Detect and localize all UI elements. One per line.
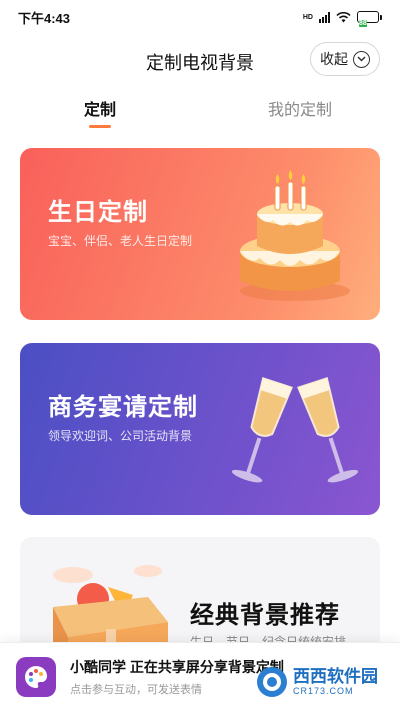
signal-icon [319, 11, 330, 23]
birthday-card-title: 生日定制 [48, 199, 148, 226]
status-bar: 下午4:43 HD 88 [0, 0, 400, 34]
classic-card-title: 经典背景推荐 [190, 602, 340, 629]
watermark: 西西软件园 CR173.COM [255, 665, 378, 699]
header: 定制电视背景 收起 [0, 40, 400, 78]
birthday-card[interactable]: 生日定制 宝宝、伴侣、老人生日定制 [20, 148, 380, 320]
share-notice-title: 小酷同学 正在共享屏分享背景定制 [70, 658, 284, 675]
tab-bar: 定制 我的定制 [0, 96, 400, 130]
status-time: 下午4:43 [18, 10, 71, 26]
share-notice-subtitle: 点击参与互动，可发送表情 [70, 683, 202, 696]
collapse-label: 收起 [320, 51, 348, 67]
chevron-down-icon [353, 50, 370, 68]
battery-level: 88 [359, 20, 367, 27]
birthday-cake-icon [240, 170, 350, 301]
watermark-logo-icon [257, 667, 287, 697]
palette-icon [16, 656, 56, 697]
birthday-card-subtitle: 宝宝、伴侣、老人生日定制 [48, 234, 193, 248]
tab-my-custom-label: 我的定制 [268, 102, 333, 119]
champagne-glasses-icon [231, 377, 359, 483]
watermark-url: CR173.COM [293, 686, 354, 696]
tab-active-indicator [89, 125, 111, 128]
tab-custom-label: 定制 [84, 102, 117, 119]
watermark-name: 西西软件园 [293, 667, 378, 686]
status-icons: HD 88 [302, 11, 382, 27]
tab-my-custom[interactable]: 我的定制 [268, 96, 332, 120]
business-card[interactable]: 商务宴请定制 领导欢迎词、公司活动背景 [20, 343, 380, 515]
battery-icon: 88 [357, 11, 382, 27]
collapse-button[interactable]: 收起 [310, 42, 380, 76]
tab-custom[interactable]: 定制 [84, 96, 117, 128]
hd-icon: HD [302, 13, 313, 21]
business-card-title: 商务宴请定制 [48, 394, 198, 421]
business-card-subtitle: 领导欢迎词、公司活动背景 [48, 429, 193, 443]
wifi-icon [336, 11, 351, 22]
